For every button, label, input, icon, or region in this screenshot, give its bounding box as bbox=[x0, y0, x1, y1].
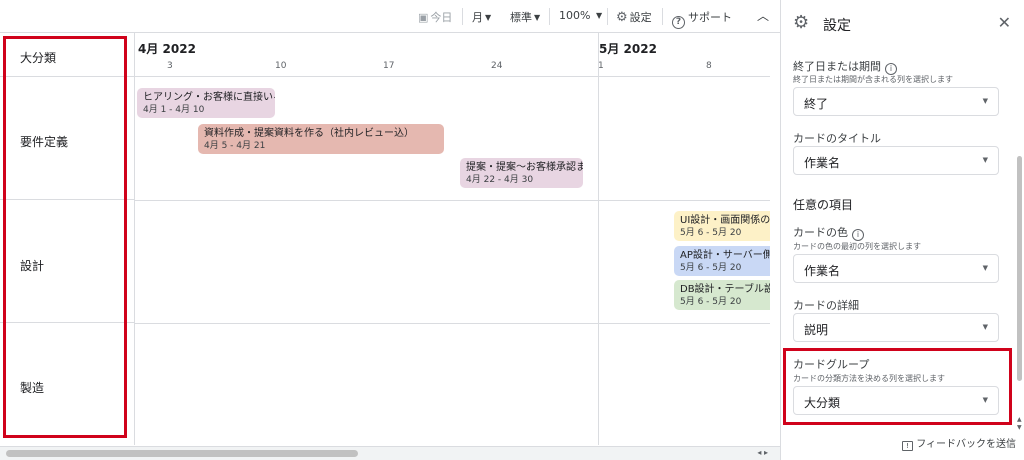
dropdown-arrow-icon: ▼ bbox=[982, 323, 988, 331]
dropdown-arrow-icon: ▼ bbox=[982, 156, 988, 164]
timeline: 4月 2022 5月 2022 3 10 17 24 1 8 ヒアリング・お客様… bbox=[135, 33, 770, 445]
info-icon[interactable]: i bbox=[852, 229, 864, 241]
scrollbar-thumb[interactable] bbox=[6, 450, 358, 457]
card-dates: 4月 22 - 4月 30 bbox=[466, 175, 534, 185]
caret-down-icon: ▼ bbox=[534, 13, 541, 22]
dropdown-arrow-icon: ▼ bbox=[982, 97, 988, 105]
month-label: 5月 2022 bbox=[599, 42, 657, 56]
day-label: 24 bbox=[491, 61, 503, 71]
card-color-select[interactable]: 作業名 ▼ bbox=[793, 254, 999, 283]
card-dates: 5月 6 - 5月 20 bbox=[680, 263, 742, 273]
card-title-label: カードのタイトル bbox=[793, 132, 881, 145]
end-date-label: 終了日または期間 i bbox=[793, 58, 897, 75]
today-button[interactable]: ▣ 今日 bbox=[418, 9, 452, 25]
support-button[interactable]: ? サポート bbox=[672, 9, 732, 29]
end-date-select[interactable]: 終了 ▼ bbox=[793, 87, 999, 116]
card-title: AP設計・サーバー側 bbox=[680, 250, 770, 261]
card-title: 提案・提案〜お客様承認まで bbox=[466, 162, 583, 173]
feedback-icon: ! bbox=[902, 441, 914, 451]
scroll-up-icon[interactable]: ▲ bbox=[1017, 416, 1022, 423]
card-title: DB設計・テーブル設 bbox=[680, 284, 770, 295]
card-dates: 4月 5 - 4月 21 bbox=[204, 141, 266, 151]
zoom-select[interactable]: 100% bbox=[559, 9, 590, 22]
panel-header: ⚙ 設定 ✕ bbox=[781, 0, 1024, 46]
card-dates: 5月 6 - 5月 20 bbox=[680, 297, 742, 307]
day-label: 3 bbox=[167, 61, 173, 71]
card-group-label: カードグループ bbox=[793, 358, 870, 371]
panel-body: 終了日または期間 i 終了日または期間が含まれる列を選択します 終了 ▼ カードの… bbox=[781, 46, 1013, 430]
calendar-icon: ▣ bbox=[418, 11, 429, 24]
card-color-label: カードの色 i bbox=[793, 224, 864, 241]
group-label: 要件定義 bbox=[20, 135, 69, 149]
group-row-requirements: 要件定義 bbox=[0, 77, 135, 200]
dropdown-arrow-icon: ▼ bbox=[982, 264, 988, 272]
card-dates: 5月 6 - 5月 20 bbox=[680, 228, 742, 238]
gear-icon: ⚙ bbox=[793, 12, 810, 33]
group-row-build: 製造 bbox=[0, 323, 135, 445]
scrollbar-thumb[interactable] bbox=[1017, 156, 1022, 381]
optional-section-title: 任意の項目 bbox=[793, 198, 854, 212]
chevron-up-icon[interactable]: ︿ bbox=[757, 7, 769, 24]
card-title-select[interactable]: 作業名 ▼ bbox=[793, 146, 999, 175]
panel-title: 設定 bbox=[823, 18, 851, 34]
card-title: UI設計・画面関係の設 bbox=[680, 215, 770, 226]
month-dropdown[interactable]: 月 ▼ bbox=[472, 9, 491, 25]
scale-dropdown[interactable]: 標準 ▼ bbox=[510, 9, 540, 25]
toolbar-divider bbox=[607, 8, 608, 25]
card-detail-select[interactable]: 説明 ▼ bbox=[793, 313, 999, 342]
settings-panel: ⚙ 設定 ✕ 終了日または期間 i 終了日または期間が含まれる列を選択します 終了… bbox=[780, 0, 1024, 460]
task-card[interactable]: ヒアリング・お客様に直接いろいろ聞く 4月 1 - 4月 10 bbox=[137, 88, 275, 118]
day-label: 8 bbox=[706, 61, 712, 71]
day-label: 10 bbox=[275, 61, 287, 71]
dropdown-arrow-icon: ▼ bbox=[982, 396, 988, 404]
toolbar-divider bbox=[549, 8, 550, 25]
group-column: 大分類 要件定義 設計 製造 bbox=[0, 33, 135, 445]
close-icon[interactable]: ✕ bbox=[998, 13, 1011, 32]
month-divider bbox=[598, 33, 599, 445]
end-date-help: 終了日または期間が含まれる列を選択します bbox=[793, 75, 953, 84]
scroll-down-icon[interactable]: ▼ bbox=[1017, 424, 1022, 431]
toolbar-divider bbox=[662, 8, 663, 25]
scroll-arrows-icon[interactable]: ◂ ▸ bbox=[757, 448, 768, 457]
caret-down-icon: ▼ bbox=[485, 13, 492, 22]
zoom-caret-icon[interactable]: ▼ bbox=[594, 9, 602, 22]
card-group-select[interactable]: 大分類 ▼ bbox=[793, 386, 999, 415]
group-header: 大分類 bbox=[0, 33, 135, 77]
row-divider bbox=[135, 323, 770, 324]
horizontal-scrollbar[interactable]: ◂ ▸ bbox=[0, 446, 780, 460]
task-card[interactable]: 提案・提案〜お客様承認まで 4月 22 - 4月 30 bbox=[460, 158, 583, 188]
timeline-header: 4月 2022 5月 2022 3 10 17 24 1 8 bbox=[135, 33, 770, 77]
card-detail-label: カードの詳細 bbox=[793, 299, 859, 312]
group-row-design: 設計 bbox=[0, 200, 135, 323]
card-dates: 4月 1 - 4月 10 bbox=[143, 105, 205, 115]
task-card[interactable]: UI設計・画面関係の設 5月 6 - 5月 20 bbox=[674, 211, 770, 241]
row-divider bbox=[135, 200, 770, 201]
card-color-help: カードの色の最初の列を選択します bbox=[793, 242, 921, 251]
task-card[interactable]: AP設計・サーバー側 5月 6 - 5月 20 bbox=[674, 246, 770, 276]
feedback-link[interactable]: ! フィードバックを送信 bbox=[902, 435, 1016, 451]
card-title: 資料作成・提案資料を作る（社内レビュー込） bbox=[204, 128, 414, 139]
panel-scrollbar[interactable]: ▲ ▼ bbox=[1015, 46, 1023, 431]
group-header-label: 大分類 bbox=[20, 51, 57, 65]
task-card[interactable]: 資料作成・提案資料を作る（社内レビュー込） 4月 5 - 4月 21 bbox=[198, 124, 444, 154]
gear-icon: ⚙ bbox=[616, 10, 628, 25]
card-title: ヒアリング・お客様に直接いろいろ聞く bbox=[143, 92, 275, 103]
task-card[interactable]: DB設計・テーブル設 5月 6 - 5月 20 bbox=[674, 280, 770, 310]
card-group-help: カードの分類方法を決める列を選択します bbox=[793, 374, 945, 383]
toolbar: ▣ 今日 月 ▼ 標準 ▼ 100% ▼ ⚙ 設定 ? サポート ︿ bbox=[0, 0, 780, 33]
day-label: 17 bbox=[383, 61, 395, 71]
group-label: 設計 bbox=[20, 259, 45, 273]
month-label: 4月 2022 bbox=[138, 42, 196, 56]
group-label: 製造 bbox=[20, 381, 45, 395]
help-icon: ? bbox=[672, 16, 685, 29]
toolbar-divider bbox=[462, 8, 463, 25]
settings-button[interactable]: ⚙ 設定 bbox=[616, 9, 652, 25]
